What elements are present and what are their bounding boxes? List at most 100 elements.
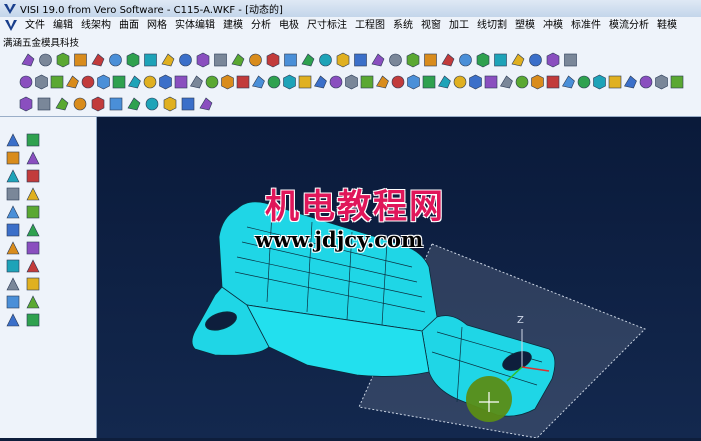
tb3-tool-icon-3[interactable]: [55, 97, 69, 111]
left-tool-icon-20[interactable]: [26, 295, 40, 309]
tb2-tool-icon-17[interactable]: [267, 75, 281, 89]
toolbar-row-1-icons[interactable]: [0, 50, 701, 72]
tb1-tool-icon-17[interactable]: [301, 53, 315, 67]
tb1-tool-icon-11[interactable]: [196, 52, 210, 68]
tb2-tool-icon-21[interactable]: [329, 75, 343, 89]
menu-system[interactable]: 系统: [389, 17, 417, 34]
menu-wire-cut[interactable]: 线切割: [473, 17, 511, 34]
visi-menu-logo-icon[interactable]: [4, 19, 18, 32]
left-tool-icon-2[interactable]: [26, 133, 40, 147]
tb2-tool-icon-15[interactable]: [236, 75, 250, 89]
tb3-tool-icon-5[interactable]: [91, 96, 105, 112]
tb2-tool-icon-39[interactable]: [608, 75, 622, 89]
tb1-tool-icon-24[interactable]: [424, 53, 437, 67]
tb2-tool-icon-12[interactable]: [190, 75, 203, 89]
graphics-viewport[interactable]: Z 机电教程网 www.jdjcy.com: [97, 117, 701, 438]
tb2-tool-icon-28[interactable]: [438, 75, 451, 89]
tb2-tool-icon-9[interactable]: [143, 75, 157, 89]
tb1-tool-icon-18[interactable]: [319, 53, 332, 67]
tb2-tool-icon-32[interactable]: [500, 75, 513, 89]
tb1-tool-icon-28[interactable]: [494, 53, 507, 67]
left-tool-icon-7[interactable]: [6, 187, 20, 201]
left-tool-icon-15[interactable]: [6, 259, 20, 273]
tb2-tool-icon-24[interactable]: [376, 75, 389, 89]
tb2-tool-icon-4[interactable]: [66, 75, 79, 89]
tb1-tool-icon-31[interactable]: [546, 52, 560, 68]
tb1-tool-icon-22[interactable]: [389, 53, 402, 67]
left-tool-icon-19[interactable]: [6, 295, 20, 309]
tb1-tool-icon-5[interactable]: [91, 53, 105, 67]
menu-standard-parts[interactable]: 标准件: [567, 17, 605, 34]
tb2-tool-icon-20[interactable]: [314, 75, 327, 89]
left-tool-icon-3[interactable]: [6, 151, 20, 165]
tb3-tool-icon-9[interactable]: [163, 96, 177, 112]
tb2-tool-icon-35[interactable]: [546, 75, 560, 89]
menu-surface[interactable]: 曲面: [115, 17, 143, 34]
tb1-tool-icon-8[interactable]: [144, 53, 157, 67]
left-tool-icon-6[interactable]: [26, 169, 40, 183]
left-tool-icon-11[interactable]: [6, 223, 20, 237]
tb1-tool-icon-15[interactable]: [266, 52, 280, 68]
left-tool-icon-4[interactable]: [26, 151, 40, 165]
left-tool-icon-16[interactable]: [26, 259, 40, 273]
tb3-tool-icon-1[interactable]: [19, 96, 33, 112]
menu-machining[interactable]: 加工: [445, 17, 473, 34]
menu-mesh[interactable]: 网格: [143, 17, 171, 34]
tb2-tool-icon-1[interactable]: [19, 75, 33, 89]
tb2-tool-icon-13[interactable]: [205, 75, 219, 89]
tb1-tool-icon-32[interactable]: [564, 53, 577, 67]
tb3-tool-icon-2[interactable]: [37, 97, 51, 111]
menu-stamping-die[interactable]: 冲模: [539, 17, 567, 34]
menu-file[interactable]: 文件: [21, 17, 49, 34]
tb1-tool-icon-25[interactable]: [441, 53, 455, 67]
tb2-tool-icon-2[interactable]: [35, 74, 48, 90]
menu-dimension[interactable]: 尺寸标注: [303, 17, 351, 34]
tb2-tool-icon-43[interactable]: [670, 75, 684, 89]
menu-plastic-mold[interactable]: 塑模: [511, 17, 539, 34]
tb2-tool-icon-23[interactable]: [360, 75, 374, 89]
tb1-tool-icon-7[interactable]: [126, 52, 140, 68]
menu-drawing[interactable]: 工程图: [351, 17, 389, 34]
tb1-tool-icon-26[interactable]: [459, 53, 472, 67]
left-tool-icon-17[interactable]: [6, 277, 20, 291]
tb2-tool-icon-34[interactable]: [531, 74, 544, 90]
menu-electrode[interactable]: 电极: [275, 17, 303, 34]
left-tool-icon-13[interactable]: [6, 241, 20, 255]
tb1-tool-icon-1[interactable]: [21, 53, 35, 67]
tb2-tool-icon-42[interactable]: [655, 74, 668, 90]
tb3-tool-icon-8[interactable]: [145, 97, 159, 111]
tb2-tool-icon-26[interactable]: [407, 74, 420, 90]
tb1-tool-icon-13[interactable]: [231, 53, 245, 67]
tb2-tool-icon-16[interactable]: [252, 75, 265, 89]
tb2-tool-icon-5[interactable]: [81, 75, 95, 89]
tb1-tool-icon-20[interactable]: [354, 53, 367, 67]
menu-view[interactable]: 视窗: [417, 17, 445, 34]
left-panel-icons[interactable]: [0, 117, 96, 438]
left-tool-icon-18[interactable]: [26, 277, 40, 291]
tb3-tool-icon-6[interactable]: [109, 97, 123, 111]
toolbar-row-2-icons[interactable]: [0, 72, 701, 94]
menu-solid-edit[interactable]: 实体编辑: [171, 17, 219, 34]
tb1-tool-icon-30[interactable]: [529, 53, 542, 67]
tb1-tool-icon-12[interactable]: [214, 53, 227, 67]
tb2-tool-icon-7[interactable]: [112, 75, 126, 89]
left-tool-icon-21[interactable]: [6, 313, 20, 327]
tb2-tool-icon-14[interactable]: [221, 74, 234, 90]
tb2-tool-icon-19[interactable]: [298, 75, 312, 89]
tb3-tool-icon-10[interactable]: [181, 97, 195, 111]
tb1-tool-icon-23[interactable]: [406, 52, 420, 68]
model-canvas[interactable]: Z: [97, 117, 701, 438]
tb1-tool-icon-6[interactable]: [109, 53, 122, 67]
left-tool-icon-14[interactable]: [26, 241, 40, 255]
tb1-tool-icon-9[interactable]: [161, 53, 175, 67]
tb1-tool-icon-3[interactable]: [56, 52, 70, 68]
menu-shoe-mold[interactable]: 鞋模: [653, 17, 681, 34]
tb2-tool-icon-37[interactable]: [577, 75, 591, 89]
toolbar-row-3-icons[interactable]: [0, 94, 701, 116]
tb3-tool-icon-7[interactable]: [127, 97, 141, 111]
tb2-tool-icon-10[interactable]: [159, 74, 172, 90]
tb2-tool-icon-6[interactable]: [97, 74, 110, 90]
tb2-tool-icon-36[interactable]: [562, 75, 575, 89]
tb2-tool-icon-27[interactable]: [422, 75, 436, 89]
left-tool-icon-10[interactable]: [26, 205, 40, 219]
